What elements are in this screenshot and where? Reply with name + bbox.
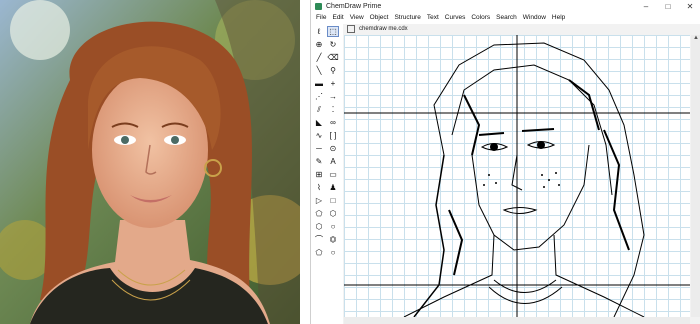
bracket-icon[interactable]: [ ] [327,130,339,141]
minimize-button[interactable]: – [635,2,657,11]
document-title: chemdraw me.cdx [359,26,408,32]
menu-edit[interactable]: Edit [332,14,343,21]
maximize-button[interactable]: □ [657,2,679,11]
orbital-icon[interactable]: ∞ [327,117,339,128]
dashed-bond-icon[interactable]: ⋰ [313,91,325,102]
wedge-bond-icon[interactable]: ◣ [313,117,325,128]
bond-line-icon[interactable]: ─ [313,143,325,154]
arrow-icon[interactable]: → [327,91,339,102]
plus-icon[interactable]: + [327,78,339,89]
lasso-icon[interactable]: ℓ [313,26,325,37]
eraser-icon[interactable]: ⌫ [327,52,339,63]
menu-bar: File Edit View Object Structure Text Cur… [311,12,700,23]
move-icon[interactable]: ⊕ [313,39,325,50]
pen-icon[interactable]: ✎ [313,156,325,167]
toolbox: ℓ ⬚ ⊕ ↻ ╱ ⌫ ╲ ⚲ ▬ + ⋰ → ⫽ ⁚ ◣ ∞ ∿[ ] ─ ⊙ ✎ A ⊞ ▭ ⌇ ♟ ▷ □ ⬠ ⬡ ⬡ ○ ⌒ ⏣ ⬠ ○ [313,24,341,324]
bond-icon[interactable]: ╲ [313,65,325,76]
ring-icon[interactable]: ○ [327,247,339,258]
pencil-icon[interactable]: ╱ [313,52,325,63]
portrait-photo [0,0,300,324]
menu-object[interactable]: Object [370,14,389,21]
window-title: ChemDraw Prime [326,2,382,10]
menu-colors[interactable]: Colors [471,14,490,21]
cyclopentadiene-icon[interactable]: ⬠ [313,247,325,258]
menu-structure[interactable]: Structure [394,14,420,21]
document-tab[interactable]: chemdraw me.cdx [343,24,700,34]
wavy-bond-icon[interactable]: ∿ [313,130,325,141]
rotate-icon[interactable]: ↻ [327,39,339,50]
octagon-ring-icon[interactable]: ○ [327,221,339,232]
chain-icon[interactable]: ⌇ [313,182,325,193]
table-icon[interactable]: ⊞ [313,169,325,180]
drawing-canvas[interactable] [344,35,690,317]
vertical-scrollbar[interactable]: ▲ [691,35,700,317]
document-icon [347,25,355,33]
menu-text[interactable]: Text [427,14,439,21]
heptagon-ring-icon[interactable]: ⬡ [313,221,325,232]
menu-file[interactable]: File [316,14,326,21]
text-icon[interactable]: A [327,156,339,167]
cyclohexane-chair-icon[interactable]: ⌒ [313,234,325,245]
square-ring-icon[interactable]: □ [327,195,339,206]
benzene-icon[interactable]: ⏣ [327,234,339,245]
template-icon[interactable]: ▭ [327,169,339,180]
hexagon-ring-icon[interactable]: ⬡ [327,208,339,219]
bold-bond-icon[interactable]: ▬ [313,78,325,89]
triangle-ring-icon[interactable]: ▷ [313,195,325,206]
scroll-up-icon[interactable]: ▲ [691,35,700,41]
atom-icon[interactable]: ♟ [327,182,339,193]
horizontal-scrollbar[interactable] [344,317,690,324]
app-icon [315,2,322,10]
document-window: chemdraw me.cdx ▲ [343,24,700,324]
menu-view[interactable]: View [350,14,364,21]
zoom-icon[interactable]: ⚲ [327,65,339,76]
menu-help[interactable]: Help [552,14,565,21]
menu-window[interactable]: Window [523,14,546,21]
hashed-bond-icon[interactable]: ⫽ [313,104,325,115]
charge-icon[interactable]: ⊙ [327,143,339,154]
marquee-select-icon[interactable]: ⬚ [327,26,339,37]
close-button[interactable]: ✕ [679,2,700,11]
pentagon-ring-icon[interactable]: ⬠ [313,208,325,219]
chemdraw-window: ChemDraw Prime – □ ✕ File Edit View Obje… [310,0,700,324]
menu-curves[interactable]: Curves [445,14,466,21]
menu-search[interactable]: Search [496,14,517,21]
lone-pair-icon[interactable]: ⁚ [327,104,339,115]
line-drawing-portrait [344,35,690,317]
title-bar: ChemDraw Prime – □ ✕ [311,0,700,12]
